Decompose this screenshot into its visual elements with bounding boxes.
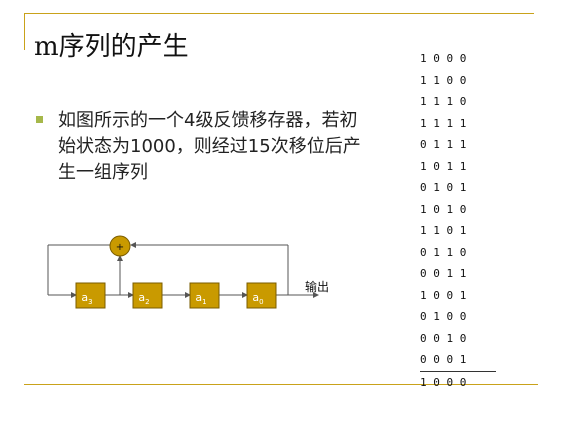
- svg-text:a3: a3: [81, 291, 92, 306]
- bullet-icon: [36, 116, 43, 123]
- register-a2-label: a: [138, 291, 145, 304]
- title-rule-vertical: [24, 14, 25, 50]
- svg-text:a2: a2: [138, 291, 149, 306]
- sequence-row: 1 0 0 1: [420, 288, 467, 302]
- adder-symbol: +: [116, 242, 124, 253]
- sequence-row: 1 0 1 0: [420, 202, 467, 216]
- register-a3-label: a: [81, 291, 88, 304]
- register-a1-sub: 1: [202, 298, 206, 306]
- output-label: 输出: [305, 279, 329, 294]
- register-a0: a0: [246, 282, 277, 309]
- sequence-row: 1 1 0 0: [420, 73, 467, 87]
- svg-text:a0: a0: [252, 291, 263, 306]
- sequence-rows: 1 0 0 0 1 1 0 0 1 1 1 0 1 1 1 1 0 1 1 1 1 0 1…: [420, 48, 496, 371]
- register-a3-sub: 3: [88, 298, 92, 306]
- register-a3: a3: [75, 282, 106, 309]
- sequence-row: 0 1 1 0: [420, 245, 467, 259]
- sequence-row: 1 1 1 0: [420, 95, 467, 108]
- slide-title: m序列的产生: [34, 32, 189, 62]
- sequence-row: 0 1 0 1: [420, 181, 467, 194]
- register-a0-sub: 0: [259, 298, 263, 306]
- sequence-row: 0 0 1 1: [420, 267, 467, 280]
- register-a1: a1: [189, 282, 220, 309]
- register-a2: a2: [132, 282, 163, 309]
- modulo-2-adder: [109, 235, 131, 257]
- sequence-row: 0 0 1 0: [420, 331, 467, 345]
- register-a1-label: a: [195, 291, 202, 304]
- sequence-row: 1 0 1 1: [420, 159, 467, 173]
- sequence-row: 0 1 1 1: [420, 138, 467, 151]
- bullet-text: 如图所示的一个4级反馈移存器，若初始状态为1000，则经过15次移位后产生一组序…: [58, 110, 361, 183]
- sequence-table: 1 0 0 0 1 1 0 0 1 1 1 0 1 1 1 1 0 1 1 1 1 0 1…: [420, 48, 496, 393]
- sequence-row: 1 1 1 1: [420, 116, 467, 130]
- svg-text:a1: a1: [195, 291, 206, 306]
- sequence-final-row: 1 0 0 0: [420, 375, 467, 389]
- register-a0-label: a: [252, 291, 259, 304]
- register-a2-sub: 2: [145, 298, 149, 306]
- title-rule-horizontal: [24, 13, 534, 14]
- sequence-row: 1 0 0 0: [420, 52, 467, 65]
- sequence-row: 0 1 0 0: [420, 310, 467, 323]
- sequence-row: 0 0 0 1: [420, 353, 467, 366]
- sequence-row: 1 1 0 1: [420, 224, 467, 237]
